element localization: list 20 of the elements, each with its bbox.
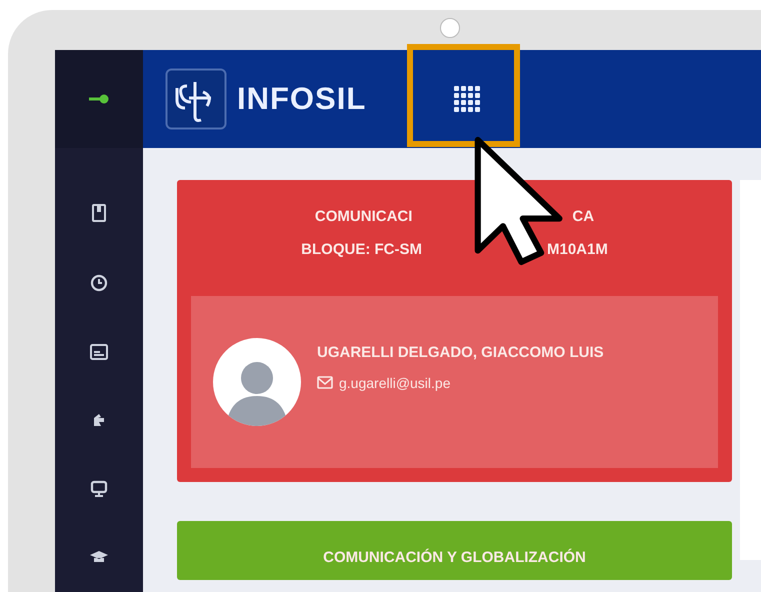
teacher-email[interactable]: g.ugarelli@usil.pe bbox=[339, 374, 450, 390]
clock-icon[interactable] bbox=[90, 274, 108, 292]
course-title: CA bbox=[572, 208, 594, 225]
id-card-icon[interactable] bbox=[90, 344, 108, 360]
graduation-cap-icon[interactable] bbox=[89, 550, 109, 564]
mail-icon bbox=[317, 376, 333, 389]
course-title: COMUNICACI bbox=[314, 208, 412, 225]
block-code: BLOQUE: FC-SM bbox=[301, 241, 422, 258]
toggle-icon[interactable] bbox=[88, 94, 110, 104]
brand-name: INFOSIL bbox=[237, 81, 366, 117]
course-title: COMUNICACIÓN Y GLOBALIZACIÓN bbox=[323, 549, 586, 566]
logo-icon bbox=[165, 68, 227, 130]
hand-icon[interactable] bbox=[91, 412, 107, 428]
apps-grid-icon bbox=[452, 84, 482, 114]
monitor-icon[interactable] bbox=[90, 480, 108, 498]
block-code: M10A1M bbox=[546, 241, 608, 258]
teacher-name: UGARELLI DELGADO, GIACCOMO LUIS bbox=[317, 344, 604, 360]
course-card[interactable]: COMUNICACI CA BLOQUE: FC-SM M10A1M UGARELLI DELGADO, GIACCOMO LUIS g.ugarelli@usil.pe bbox=[177, 180, 732, 482]
course-card[interactable]: COMUNICACIÓN Y GLOBALIZACIÓN bbox=[177, 521, 732, 580]
book-icon[interactable] bbox=[91, 204, 107, 222]
